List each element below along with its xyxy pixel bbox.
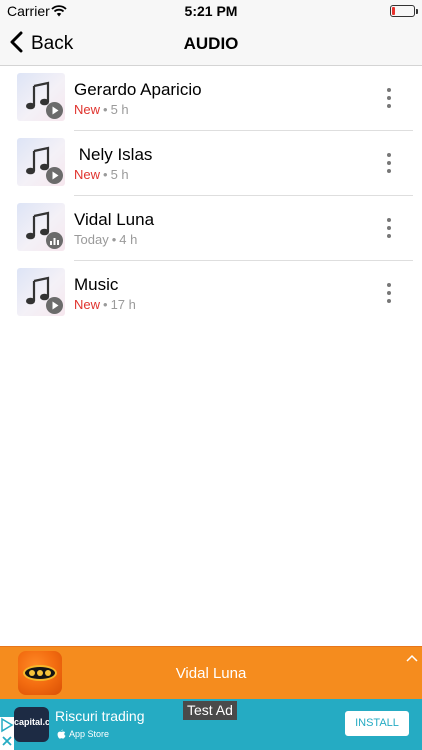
navigation-bar: Back AUDIO <box>0 22 422 66</box>
ad-store: App Store <box>57 729 109 739</box>
play-icon <box>46 102 63 119</box>
track-meta: New • 5 h <box>74 167 129 182</box>
list-item[interactable]: Vidal Luna Today • 4 h <box>0 196 422 261</box>
apple-icon <box>57 729 66 739</box>
track-title: Gerardo Aparicio <box>74 80 202 99</box>
list-item[interactable]: Music New • 17 h <box>0 261 422 326</box>
track-title: Nely Islas <box>74 145 153 164</box>
meta-separator: • <box>103 102 108 117</box>
battery-level <box>392 7 395 15</box>
install-button[interactable]: INSTALL <box>345 711 409 736</box>
advertiser-logo: capital.com <box>14 707 49 742</box>
more-vertical-icon[interactable] <box>380 151 398 175</box>
more-vertical-icon[interactable] <box>380 86 398 110</box>
track-thumbnail <box>17 73 65 121</box>
ad-title: Riscuri trading <box>55 708 145 724</box>
advertiser-logo-text: capital.com <box>14 717 49 727</box>
track-age: 5 h <box>110 167 129 182</box>
list-item[interactable]: Gerardo Aparicio New • 5 h <box>0 66 422 131</box>
track-meta: New • 17 h <box>74 297 136 312</box>
status-tag: Today <box>74 232 109 247</box>
ad-banner[interactable]: capital.com Riscuri trading App Store Te… <box>0 699 422 750</box>
ad-store-label: App Store <box>69 729 110 739</box>
play-icon <box>46 167 63 184</box>
clock: 5:21 PM <box>184 3 238 19</box>
status-tag: New <box>74 167 101 182</box>
track-thumbnail <box>17 203 65 251</box>
meta-separator: • <box>111 232 117 247</box>
track-meta: New • 5 h <box>74 102 129 117</box>
test-ad-label: Test Ad <box>183 701 237 720</box>
track-age: 17 h <box>110 297 136 312</box>
meta-separator: • <box>103 167 108 182</box>
track-title: Vidal Luna <box>74 210 155 229</box>
mini-player[interactable]: Vidal Luna <box>0 646 422 699</box>
meta-separator: • <box>103 297 108 312</box>
adchoices-icon[interactable] <box>0 717 14 750</box>
battery-icon <box>390 5 418 17</box>
more-vertical-icon[interactable] <box>380 216 398 240</box>
track-age: 4 h <box>119 232 138 247</box>
track-title: Music <box>74 275 119 294</box>
equalizer-icon <box>46 232 63 249</box>
more-vertical-icon[interactable] <box>380 281 398 305</box>
play-icon <box>46 297 63 314</box>
track-meta: Today • 4 h <box>74 232 137 247</box>
page-title: AUDIO <box>183 34 239 53</box>
track-thumbnail <box>17 268 65 316</box>
audio-list: Gerardo Aparicio New • 5 h Nely Islas New •… <box>0 66 422 326</box>
list-item[interactable]: Nely Islas New • 5 h <box>0 131 422 196</box>
status-tag: New <box>74 102 101 117</box>
now-playing-title: Vidal Luna <box>175 665 247 682</box>
track-age: 5 h <box>110 102 129 117</box>
status-tag: New <box>74 297 101 312</box>
chevron-up-icon[interactable] <box>406 649 418 667</box>
track-thumbnail <box>17 138 65 186</box>
status-bar: Carrier 5:21 PM <box>0 0 422 22</box>
